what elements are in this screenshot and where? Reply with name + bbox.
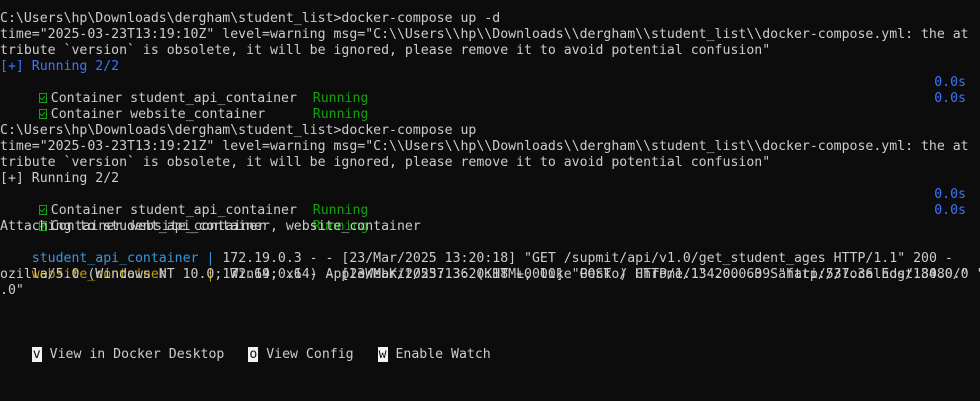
- log-line: website_container | 172.19.0.1 - - [23/M…: [0, 251, 980, 282]
- container-time: 0.0s: [934, 91, 966, 106]
- check-icon: [38, 109, 47, 119]
- running-status-header: [+] Running 2/2: [0, 171, 120, 186]
- command-line: C:\Users\hp\Downloads\dergham\student_li…: [0, 123, 477, 138]
- view-config-shortcut[interactable]: o View Config: [248, 347, 354, 362]
- container-time: 0.0s: [934, 203, 966, 218]
- shortcut-label: View Config: [258, 347, 354, 362]
- container-status-row: Container student_api_container Running: [0, 75, 368, 106]
- shortcut-key: o: [248, 347, 259, 362]
- running-status-header: [+] Running 2/2: [0, 59, 120, 74]
- terminal-window[interactable]: C:\Users\hp\Downloads\dergham\student_li…: [0, 0, 980, 401]
- shortcut-key: v: [31, 347, 42, 362]
- log-wrap-line: ozilla/5.0 (Windows NT 10.0; Win64; x64)…: [0, 267, 969, 282]
- shortcut-key: w: [377, 347, 388, 362]
- warning-line: time="2025-03-23T13:19:10Z" level=warnin…: [0, 27, 969, 42]
- container-status-row: Container website_container Running: [0, 203, 368, 234]
- warning-line: tribute `version` is obsolete, it will b…: [0, 155, 771, 170]
- container-time: 0.0s: [934, 187, 966, 202]
- attaching-line: Attaching to student_api_container, webs…: [0, 219, 421, 234]
- shortcut-label: View in Docker Desktop: [41, 347, 225, 362]
- log-wrap-line: .0": [0, 283, 24, 298]
- enable-watch-shortcut[interactable]: w Enable Watch: [377, 347, 491, 362]
- warning-line: tribute `version` is obsolete, it will b…: [0, 43, 771, 58]
- warning-line: time="2025-03-23T13:19:21Z" level=warnin…: [0, 139, 969, 154]
- shortcut-menu: v View in Docker Desktop o View Config w E…: [0, 331, 515, 362]
- container-name: Container website_container: [50, 107, 266, 122]
- container-status-row: Container website_container Running: [0, 91, 368, 122]
- command-line: C:\Users\hp\Downloads\dergham\student_li…: [0, 11, 501, 26]
- view-docker-desktop-shortcut[interactable]: v View in Docker Desktop: [31, 347, 225, 362]
- container-time: 0.0s: [934, 75, 966, 90]
- container-state: Running: [312, 107, 369, 122]
- container-status-row: Container student_api_container Running: [0, 187, 368, 218]
- shortcut-label: Enable Watch: [387, 347, 491, 362]
- log-line: student_api_container | 172.19.0.3 - - […: [0, 235, 953, 266]
